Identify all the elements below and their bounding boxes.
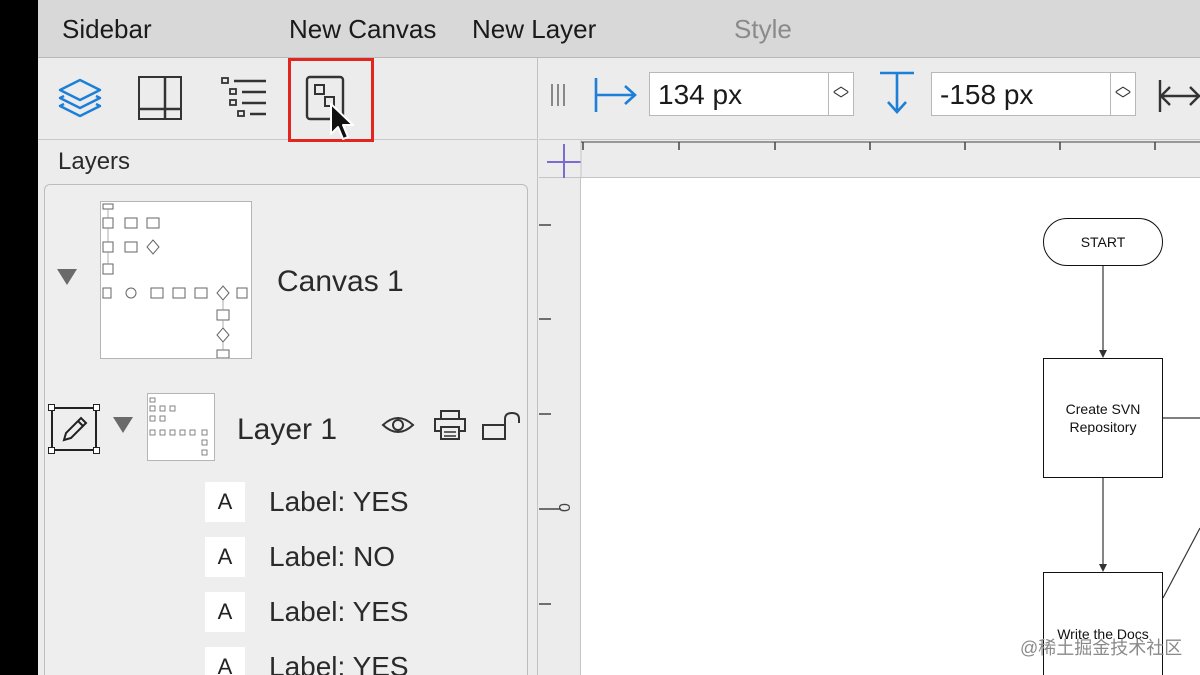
layers-heading: Layers xyxy=(58,148,131,175)
y-position-field[interactable]: -158 px xyxy=(931,72,1111,116)
vertical-ruler-zero-label: 0 xyxy=(557,503,574,512)
label-item-text: Label: YES xyxy=(269,596,409,627)
grid-icon xyxy=(138,76,182,120)
label-item-text: Label: YES xyxy=(269,486,409,517)
layers-icon xyxy=(58,78,102,118)
canvas-thumbnail[interactable] xyxy=(100,201,252,359)
sidebar-toolbar xyxy=(38,58,538,142)
flowchart-start-node[interactable]: START xyxy=(1043,218,1163,266)
canvas-name[interactable]: Canvas 1 xyxy=(277,265,404,299)
chevron-down-icon[interactable]: ﹀ xyxy=(1115,93,1131,109)
layer-name[interactable]: Layer 1 xyxy=(237,413,337,447)
flowchart-create-svn-node[interactable]: Create SVN Repository xyxy=(1043,358,1163,478)
text-label-icon: A xyxy=(205,537,245,577)
label-item-text: Label: YES xyxy=(269,651,409,675)
sidebar: Layers Canvas 1 Layer 1 A Label: YES A L… xyxy=(38,58,538,675)
chevron-down-icon[interactable]: ﹀ xyxy=(833,93,849,109)
x-position-field[interactable]: 134 px xyxy=(649,72,829,116)
pencil-icon xyxy=(62,416,88,442)
tab-new-layer[interactable]: New Layer xyxy=(472,14,596,45)
width-icon xyxy=(1158,80,1200,112)
y-position-icon xyxy=(880,71,914,114)
text-label-icon: A xyxy=(205,592,245,632)
layers-tool-button[interactable] xyxy=(54,72,106,124)
app-window: Sidebar New Canvas New Layer Style Layer… xyxy=(38,0,1200,675)
layer-thumbnail[interactable] xyxy=(147,393,215,461)
grid-tool-button[interactable] xyxy=(134,72,186,124)
text-label-icon: A xyxy=(205,647,245,675)
outline-list-icon xyxy=(221,77,266,117)
layer-thumbnail-preview xyxy=(149,397,208,456)
vertical-ruler: 0 xyxy=(539,178,581,675)
x-position-icon xyxy=(594,78,637,112)
eye-icon[interactable] xyxy=(381,413,415,437)
tab-sidebar[interactable]: Sidebar xyxy=(62,14,152,45)
horizontal-ruler-ticks xyxy=(547,140,1200,178)
x-position-stepper[interactable]: ︿ ﹀ xyxy=(828,72,854,116)
printer-icon[interactable] xyxy=(433,409,467,441)
vertical-ruler-ticks xyxy=(539,224,561,605)
layer-disclosure-icon[interactable] xyxy=(113,417,133,433)
layers-panel: Canvas 1 Layer 1 A Label: YES A Label: N… xyxy=(44,184,528,675)
label-item-text: Label: NO xyxy=(269,541,396,572)
canvas-disclosure-icon[interactable] xyxy=(57,269,77,285)
edit-layer-button[interactable] xyxy=(48,404,100,454)
canvas-thumbnail-preview xyxy=(102,203,248,359)
top-tab-bar: Sidebar New Canvas New Layer Style xyxy=(38,0,1200,58)
outline-tool-button[interactable] xyxy=(218,72,270,124)
mouse-pointer-icon xyxy=(330,103,354,140)
tab-new-canvas[interactable]: New Canvas xyxy=(289,14,436,45)
y-position-stepper[interactable]: ︿ ﹀ xyxy=(1110,72,1136,116)
text-label-icon: A xyxy=(205,482,245,522)
inspector-bar: 134 px ︿ ﹀ -158 px ︿ ﹀ xyxy=(539,58,1200,140)
tab-style[interactable]: Style xyxy=(734,14,792,45)
horizontal-ruler xyxy=(539,140,1200,178)
drawing-canvas[interactable]: START Create SVN Repository Write the Do… xyxy=(581,178,1200,675)
unlock-icon[interactable] xyxy=(481,411,523,441)
x-position-value: 134 px xyxy=(658,79,743,110)
watermark-text: @稀土掘金技术社区 xyxy=(1020,638,1183,658)
y-position-value: -158 px xyxy=(940,79,1034,110)
drag-handle-icon[interactable] xyxy=(549,82,569,108)
